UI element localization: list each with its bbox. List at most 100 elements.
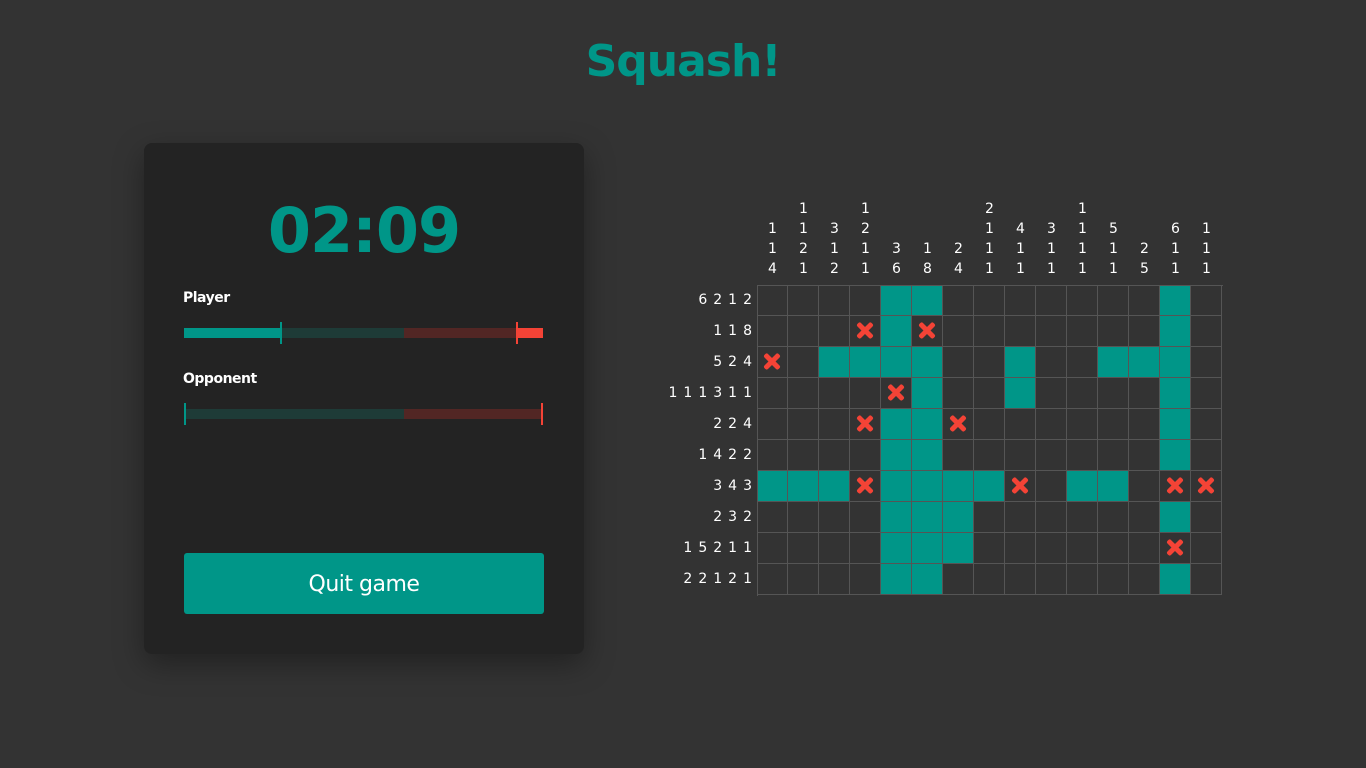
grid-cell-empty[interactable] [788,378,819,409]
grid-cell-empty[interactable] [1036,440,1067,471]
grid-cell-empty[interactable] [974,533,1005,564]
grid-cell-empty[interactable] [1129,564,1160,595]
grid-cell-empty[interactable] [1129,378,1160,409]
grid-cell-filled[interactable] [912,378,943,409]
grid-cell-filled[interactable] [881,316,912,347]
grid-cell-empty[interactable] [1036,378,1067,409]
grid-cell-empty[interactable] [1067,316,1098,347]
grid-cell-empty[interactable] [974,564,1005,595]
grid-cell-filled[interactable] [881,440,912,471]
grid-cell-empty[interactable] [974,440,1005,471]
grid-cell-empty[interactable] [850,285,881,316]
grid-cell-empty[interactable] [757,378,788,409]
grid-cell-empty[interactable] [850,533,881,564]
grid-cell-empty[interactable] [788,440,819,471]
grid-cell-empty[interactable] [1036,347,1067,378]
grid-cell-filled[interactable] [912,471,943,502]
grid-cell-empty[interactable] [850,564,881,595]
grid-cell-crossed[interactable] [881,378,912,409]
grid-cell-empty[interactable] [1036,533,1067,564]
grid-cell-filled[interactable] [912,502,943,533]
grid-cell-crossed[interactable] [757,347,788,378]
grid-cell-filled[interactable] [1160,564,1191,595]
grid-cell-filled[interactable] [912,533,943,564]
grid-cell-crossed[interactable] [850,471,881,502]
grid-cell-filled[interactable] [943,502,974,533]
grid-cell-empty[interactable] [974,502,1005,533]
grid-cell-empty[interactable] [1098,316,1129,347]
grid-cell-empty[interactable] [1036,316,1067,347]
grid-cell-empty[interactable] [788,347,819,378]
grid-cell-filled[interactable] [1160,378,1191,409]
grid-cell-empty[interactable] [819,502,850,533]
grid-cell-empty[interactable] [788,564,819,595]
grid-cell-crossed[interactable] [850,316,881,347]
grid-cell-empty[interactable] [1129,471,1160,502]
grid-cell-empty[interactable] [1098,533,1129,564]
grid-cell-empty[interactable] [974,285,1005,316]
grid-cell-empty[interactable] [1005,316,1036,347]
grid-cell-filled[interactable] [1098,471,1129,502]
grid-cell-empty[interactable] [1005,502,1036,533]
grid-cell-filled[interactable] [912,347,943,378]
quit-game-button[interactable]: Quit game [184,553,544,614]
grid-cell-empty[interactable] [1191,285,1222,316]
grid-cell-filled[interactable] [881,409,912,440]
grid-cell-empty[interactable] [1005,285,1036,316]
grid-cell-filled[interactable] [881,471,912,502]
grid-cell-filled[interactable] [819,347,850,378]
grid-cell-empty[interactable] [1067,564,1098,595]
grid-cell-filled[interactable] [1160,316,1191,347]
grid-cell-filled[interactable] [912,440,943,471]
grid-cell-empty[interactable] [1098,285,1129,316]
grid-cell-empty[interactable] [1191,409,1222,440]
grid-cell-empty[interactable] [1129,316,1160,347]
grid-cell-empty[interactable] [1129,502,1160,533]
grid-cell-empty[interactable] [1129,285,1160,316]
grid-cell-empty[interactable] [974,378,1005,409]
grid-cell-crossed[interactable] [1005,471,1036,502]
grid-cell-empty[interactable] [1005,440,1036,471]
grid-cell-empty[interactable] [850,502,881,533]
grid-cell-filled[interactable] [881,502,912,533]
grid-cell-empty[interactable] [943,564,974,595]
grid-cell-empty[interactable] [1005,533,1036,564]
grid-cell-empty[interactable] [1067,347,1098,378]
grid-cell-filled[interactable] [974,471,1005,502]
grid-cell-filled[interactable] [1160,409,1191,440]
grid-cell-filled[interactable] [881,347,912,378]
grid-cell-filled[interactable] [788,471,819,502]
grid-cell-empty[interactable] [1005,409,1036,440]
grid-cell-empty[interactable] [1036,285,1067,316]
grid-cell-filled[interactable] [912,564,943,595]
grid-cell-empty[interactable] [974,316,1005,347]
grid-cell-crossed[interactable] [912,316,943,347]
grid-cell-empty[interactable] [757,564,788,595]
grid-cell-empty[interactable] [1098,409,1129,440]
grid-cell-filled[interactable] [1160,502,1191,533]
grid-cell-empty[interactable] [1036,502,1067,533]
grid-cell-empty[interactable] [1005,564,1036,595]
grid-cell-empty[interactable] [757,440,788,471]
grid-cell-filled[interactable] [1098,347,1129,378]
grid-cell-empty[interactable] [1098,564,1129,595]
grid-cell-empty[interactable] [1036,409,1067,440]
grid-cell-filled[interactable] [1160,440,1191,471]
grid-cell-empty[interactable] [788,502,819,533]
grid-cell-empty[interactable] [819,378,850,409]
grid-cell-empty[interactable] [974,409,1005,440]
grid-cell-filled[interactable] [850,347,881,378]
grid-cell-empty[interactable] [1191,502,1222,533]
grid-cell-filled[interactable] [1067,471,1098,502]
grid-cell-crossed[interactable] [1191,471,1222,502]
grid-cell-empty[interactable] [1129,409,1160,440]
grid-cell-empty[interactable] [819,409,850,440]
grid-cell-empty[interactable] [757,285,788,316]
grid-cell-filled[interactable] [943,471,974,502]
grid-cell-empty[interactable] [1129,533,1160,564]
grid-cell-empty[interactable] [1191,533,1222,564]
grid-cell-filled[interactable] [912,409,943,440]
grid-cell-crossed[interactable] [1160,471,1191,502]
grid-cell-empty[interactable] [1191,564,1222,595]
grid-cell-empty[interactable] [1067,378,1098,409]
